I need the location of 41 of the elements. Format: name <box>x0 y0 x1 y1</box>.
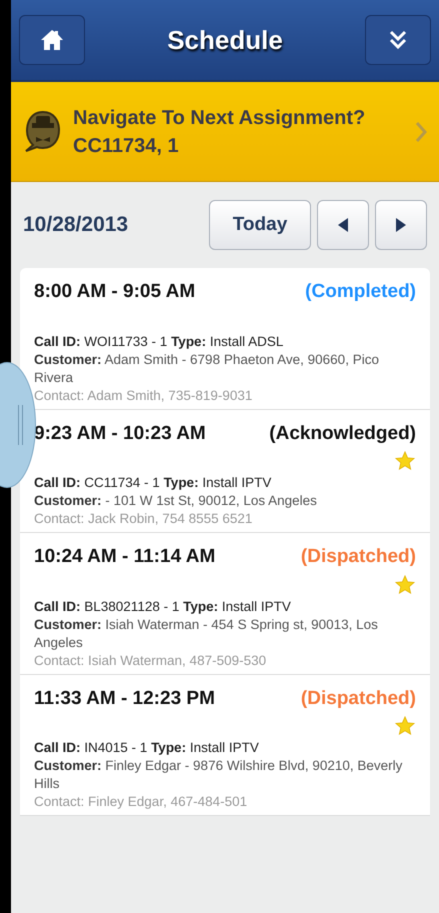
contact-info: Contact: Finley Edgar, 467-484-501 <box>34 793 248 811</box>
customer-info: Customer: Finley Edgar - 9876 Wilshire Blvd, 90210, Beverly Hills <box>34 757 404 793</box>
menu-button[interactable] <box>365 15 431 65</box>
customer-info: Customer: Isiah Waterman - 454 S Spring st, 90013, Los Angeles <box>34 616 379 652</box>
triangle-left-icon <box>338 218 348 232</box>
status-label: (Acknowledged) <box>269 422 416 446</box>
screen-title: Schedule <box>167 24 283 56</box>
banner-title: Navigate To Next Assignment? <box>73 106 366 130</box>
triangle-right-icon <box>396 218 406 232</box>
time-range: 9:23 AM - 10:23 AM <box>34 422 206 446</box>
status-label: (Completed) <box>305 280 416 304</box>
status-label: (Dispatched) <box>300 686 416 710</box>
assignment-card[interactable]: 11:33 AM - 12:23 PM (Dispatched) Call ID: IN4015 - 1 Type: Install IPTV Customer: Finley Edgar - 9876 Wilshire Blvd, 90210, Beverly Hills Contact: Finley Edgar, 467-484-501 <box>20 674 430 816</box>
next-day-button[interactable] <box>375 200 427 250</box>
home-button[interactable] <box>19 15 85 65</box>
banner-subtitle: CC11734, 1 <box>73 134 180 158</box>
chevron-right-icon <box>415 120 427 142</box>
call-info: Call ID: BL38021128 - 1 Type: Install IPTV <box>34 598 292 616</box>
home-icon <box>40 29 64 51</box>
assignment-card[interactable]: 10:24 AM - 11:14 AM (Dispatched) Call ID: BL38021128 - 1 Type: Install IPTV Customer: Isiah Waterman - 454 S Spring st, 90013, Los Angeles Contact: Isiah Waterman, 487-509-530 <box>20 533 430 674</box>
today-button[interactable]: Today <box>209 200 311 250</box>
time-range: 11:33 AM - 12:23 PM <box>34 686 215 710</box>
contact-info: Contact: Isiah Waterman, 487-509-530 <box>34 652 268 670</box>
agent-icon <box>23 108 63 154</box>
time-range: 10:24 AM - 11:14 AM <box>34 545 216 569</box>
call-info: Call ID: WOI11733 - 1 Type: Install ADSL <box>34 332 284 350</box>
star-icon <box>394 450 416 472</box>
contact-info: Contact: Jack Robin, 754 8555 6521 <box>34 510 254 528</box>
customer-info: Customer: Adam Smith - 6798 Phaeton Ave, 90660, Pico Rivera <box>34 350 380 386</box>
next-assignment-banner[interactable]: Navigate To Next Assignment? CC11734, 1 <box>11 82 439 182</box>
star-icon <box>394 715 416 737</box>
call-info: Call ID: CC11734 - 1 Type: Install IPTV <box>34 474 272 492</box>
double-chevron-icon <box>388 29 408 51</box>
time-range: 8:00 AM - 9:05 AM <box>34 280 196 304</box>
call-info: Call ID: IN4015 - 1 Type: Install IPTV <box>34 739 260 757</box>
customer-info: Customer: - 101 W 1st St, 90012, Los Angeles <box>34 492 318 510</box>
status-label: (Dispatched) <box>300 545 416 569</box>
current-date: 10/28/2013 <box>23 212 128 238</box>
star-icon <box>394 574 416 596</box>
previous-day-button[interactable] <box>317 200 369 250</box>
contact-info: Contact: Adam Smith, 735-819-9031 <box>34 386 254 404</box>
